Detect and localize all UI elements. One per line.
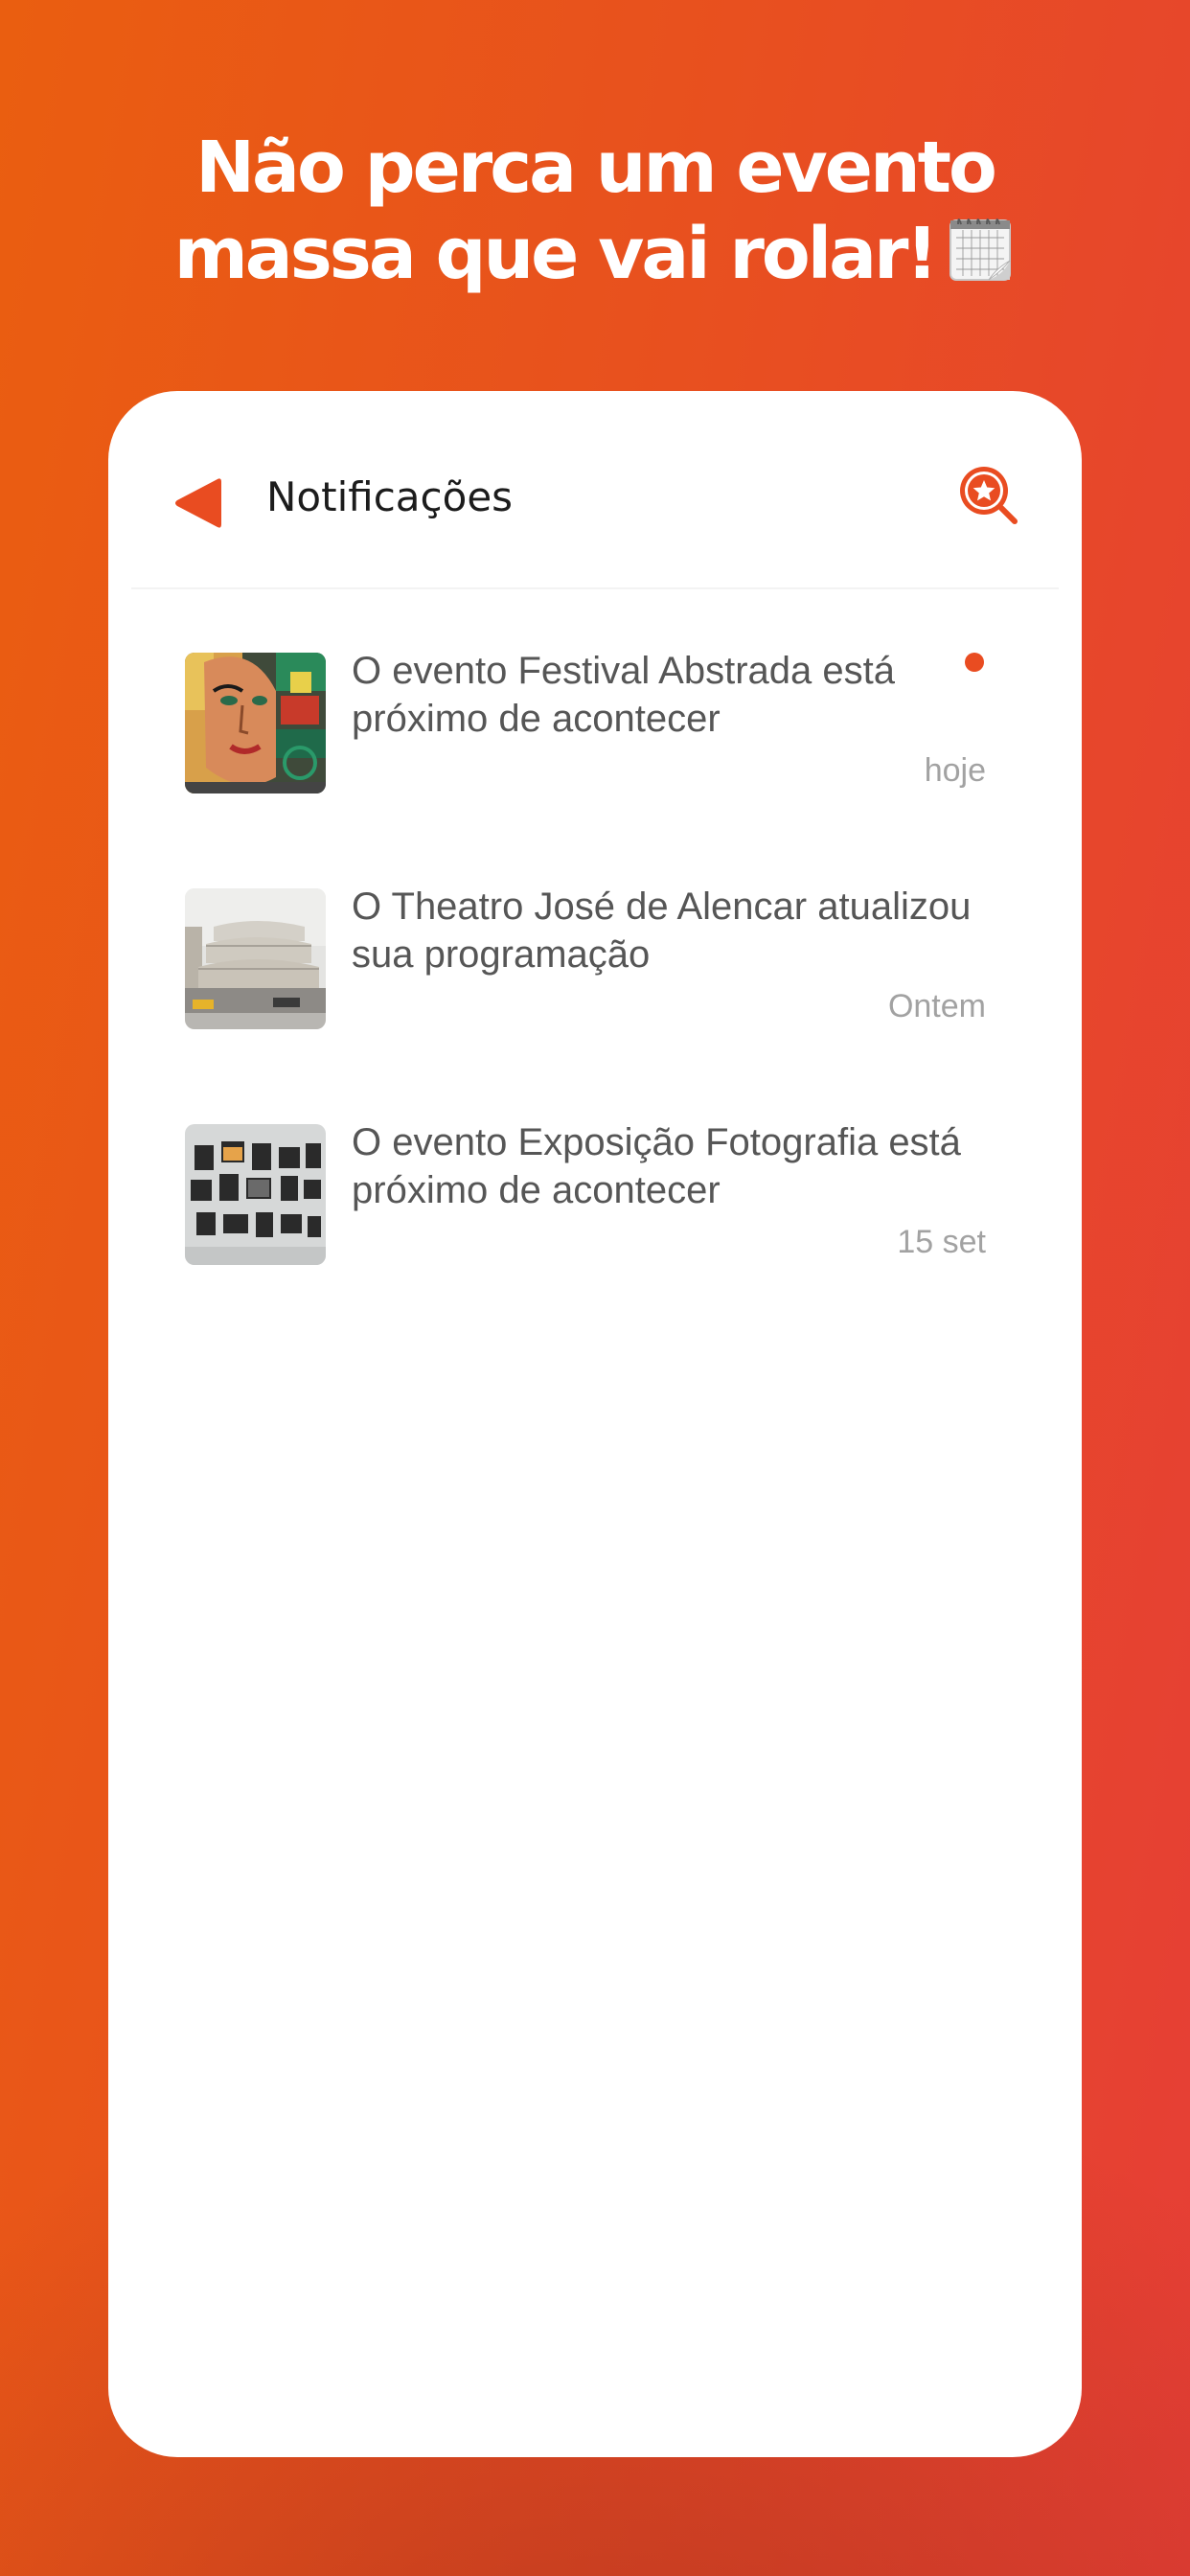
notification-text: O Theatro José de Alencar atualizou sua … <box>352 886 972 976</box>
promo-headline: Não perca um evento massa que vai rolar! <box>0 125 1190 297</box>
notification-text: O evento Festival Abstrada está próximo … <box>352 650 895 740</box>
notification-item-theatro-jose-de-alencar[interactable]: O Theatro José de Alencar atualizou sua … <box>108 886 1082 1070</box>
star-search-button[interactable] <box>957 464 1020 527</box>
page-title: Notificações <box>266 473 514 520</box>
unread-indicator <box>965 653 984 672</box>
header-divider <box>131 587 1059 589</box>
notification-time: Ontem <box>887 988 986 1024</box>
notification-item-festival-abstrada[interactable]: O evento Festival Abstrada está próximo … <box>108 650 1082 835</box>
notification-time: hoje <box>924 752 986 789</box>
app-bar: Notificações <box>108 391 1082 588</box>
photo-exhibition-thumbnail <box>185 1124 326 1265</box>
star-search-icon <box>957 467 1020 531</box>
headline-line-2: massa que vai rolar! <box>0 211 1190 297</box>
back-button[interactable] <box>172 475 223 531</box>
street-art-mural-thumbnail <box>185 653 326 794</box>
headline-line-2-text: massa que vai rolar! <box>173 213 939 295</box>
spiral-calendar-icon <box>947 211 1016 284</box>
notification-time: 15 set <box>897 1224 986 1260</box>
notification-text: O evento Exposição Fotografia está próxi… <box>352 1121 961 1211</box>
back-triangle-icon <box>172 478 223 535</box>
notifications-card: Notificações O evento Festival Abstrada … <box>108 391 1082 2457</box>
theater-building-thumbnail <box>185 888 326 1029</box>
notification-item-exposicao-fotografia[interactable]: O evento Exposição Fotografia está próxi… <box>108 1121 1082 1306</box>
headline-line-1: Não perca um evento <box>195 126 997 209</box>
